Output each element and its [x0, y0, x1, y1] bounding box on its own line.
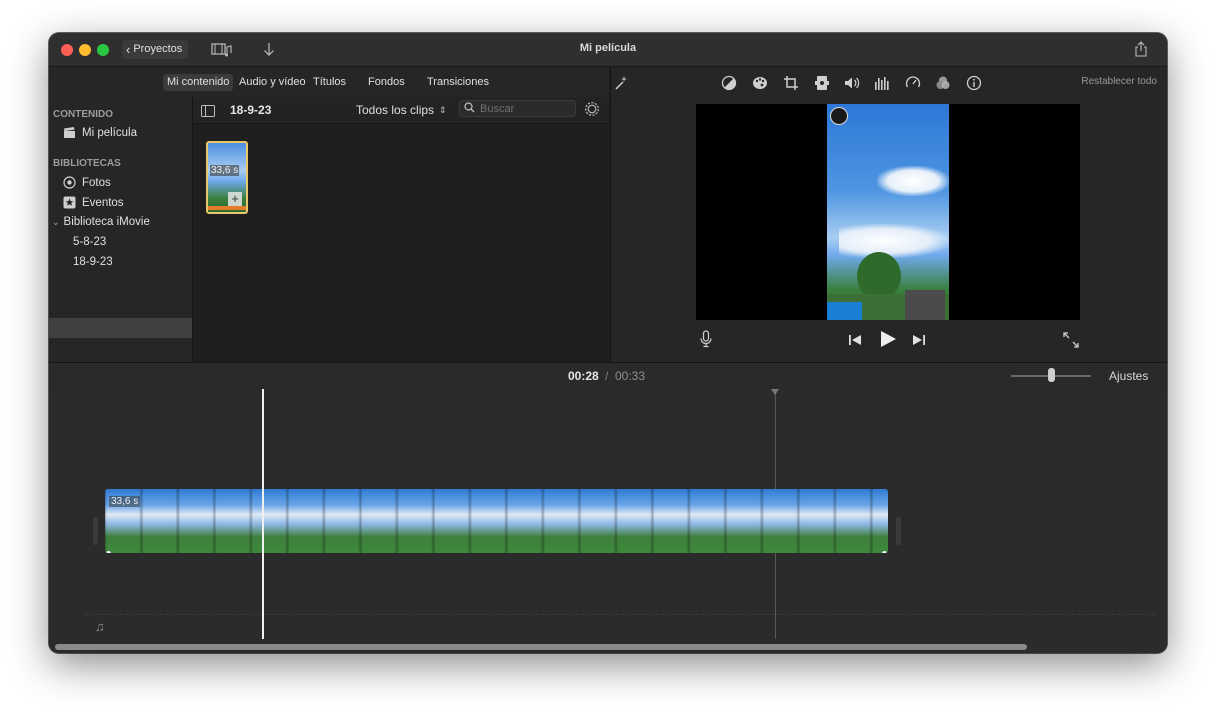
music-note-icon: ♫: [95, 619, 105, 634]
fade-handle-right[interactable]: [882, 551, 887, 553]
library-sidebar: CONTENIDO Mi película BIBLIOTECAS Fotos …: [49, 97, 193, 362]
sidebar-item-events[interactable]: Eventos: [63, 196, 124, 209]
clip-used-bar: [208, 206, 246, 210]
current-time: 00:28: [568, 369, 599, 383]
color-balance-icon[interactable]: [721, 75, 737, 91]
magic-wand-icon[interactable]: [613, 75, 629, 91]
search-field[interactable]: [459, 100, 576, 117]
share-icon[interactable]: [1134, 41, 1148, 62]
add-clip-icon[interactable]: +: [228, 192, 242, 206]
watermark-badge-icon: [830, 107, 848, 125]
color-palette-icon[interactable]: [752, 75, 768, 91]
tab-mi-contenido[interactable]: Mi contenido: [163, 74, 234, 91]
filter-icon[interactable]: [935, 75, 951, 91]
imovie-window: ‹ Proyectos Mi película Mi contenido Aud…: [49, 33, 1167, 653]
tab-transiciones[interactable]: Transiciones: [423, 74, 493, 91]
timeline-clip[interactable]: 33,6 s: [105, 489, 888, 553]
sidebar-item-event-5-8-23[interactable]: 5-8-23: [73, 236, 106, 248]
volume-icon[interactable]: [844, 75, 860, 91]
preview-frame: [827, 104, 949, 320]
window-title: Mi película: [579, 42, 637, 54]
clip-thumbnail[interactable]: 33,6 s +: [206, 141, 248, 214]
reset-all-button[interactable]: Restablecer todo: [1081, 76, 1157, 87]
fade-handle-left[interactable]: [106, 551, 111, 553]
house: [905, 290, 945, 320]
content-header: CONTENIDO: [53, 109, 113, 120]
tree: [857, 252, 901, 300]
current-event-title: 18-9-23: [230, 103, 272, 117]
tab-titulos[interactable]: Títulos: [309, 74, 350, 91]
tab-fondos[interactable]: Fondos: [364, 74, 409, 91]
gear-icon[interactable]: [584, 101, 600, 122]
updown-chevron-icon: ⇕: [439, 104, 447, 115]
fullscreen-icon[interactable]: [1063, 332, 1079, 353]
search-icon: [464, 100, 475, 118]
music-track[interactable]: ♫: [85, 614, 1155, 637]
stabilization-icon[interactable]: [814, 75, 830, 91]
skip-back-icon[interactable]: [848, 333, 862, 351]
clip-right-handle[interactable]: [896, 517, 901, 545]
search-input[interactable]: [480, 102, 570, 115]
playhead[interactable]: [262, 389, 264, 639]
clip-frames: [105, 489, 888, 553]
selected-row-highlight: [49, 318, 192, 338]
cloud: [839, 224, 949, 258]
star-icon: [63, 196, 76, 209]
clip-duration-label: 33,6 s: [109, 496, 141, 507]
clip-left-handle[interactable]: [93, 517, 98, 545]
video-preview[interactable]: [696, 104, 1080, 320]
clapperboard-icon: [64, 127, 75, 138]
microphone-icon[interactable]: [700, 330, 712, 353]
skimmer-marker-icon: [771, 389, 779, 395]
crop-icon[interactable]: [783, 75, 799, 91]
photos-icon: [63, 176, 76, 189]
cloud: [877, 166, 949, 196]
library-browser: 33,6 s +: [193, 124, 609, 362]
sidebar-toggle-icon[interactable]: [201, 104, 215, 122]
time-separator: /: [605, 369, 609, 383]
settings-button[interactable]: Ajustes: [1109, 369, 1148, 383]
clip-duration-label: 33,6 s: [210, 165, 240, 176]
zoom-slider-knob[interactable]: [1048, 368, 1055, 382]
info-icon[interactable]: [966, 75, 982, 91]
sidebar-item-event-18-9-23[interactable]: 18-9-23: [73, 256, 113, 268]
total-time: 00:33: [615, 369, 646, 383]
play-icon[interactable]: [879, 330, 897, 353]
sidebar-item-movie[interactable]: Mi película: [63, 127, 137, 139]
chevron-down-icon[interactable]: ⌄: [52, 217, 60, 228]
house-roof: [827, 302, 862, 320]
skip-forward-icon[interactable]: [912, 333, 926, 351]
sidebar-item-library[interactable]: ⌄ Biblioteca iMovie: [52, 216, 150, 228]
tab-audio-video[interactable]: Audio y vídeo: [235, 74, 310, 91]
horizontal-scrollbar[interactable]: [55, 644, 1027, 650]
clip-filter-select[interactable]: Todos los clips ⇕: [356, 103, 447, 117]
speed-icon[interactable]: [905, 75, 921, 91]
libraries-header: BIBLIOTECAS: [53, 158, 121, 169]
timeline-header: 00:28 / 00:33 Ajustes: [49, 362, 1167, 390]
equalizer-icon[interactable]: [874, 75, 890, 91]
title-bar: ‹ Proyectos Mi película: [49, 33, 1167, 67]
sidebar-item-photos[interactable]: Fotos: [63, 176, 111, 189]
